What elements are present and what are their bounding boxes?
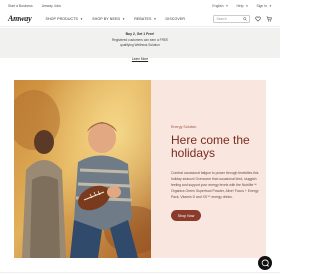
wishlist-button[interactable] xyxy=(255,16,261,22)
hero-eyebrow: Energy Solution xyxy=(171,125,197,129)
chat-button[interactable] xyxy=(258,256,272,270)
search-placeholder: Search xyxy=(216,16,227,21)
cart-button[interactable] xyxy=(266,16,272,22)
language-select[interactable]: English ▼ xyxy=(212,4,228,8)
help-menu[interactable]: Help ▼ xyxy=(236,4,248,8)
nav-shop-products[interactable]: SHOP PRODUCTS ▼ xyxy=(45,17,83,21)
chevron-down-icon: ▼ xyxy=(225,3,229,8)
nav-shop-by-need[interactable]: SHOP BY NEED ▼ xyxy=(92,17,125,21)
hero-headline: Here come the holidays xyxy=(171,133,250,160)
main-header: Amway SHOP PRODUCTS ▼ SHOP BY NEED ▼ REBAT… xyxy=(0,11,280,27)
promo-banner: Buy 2, Get 1 Free! Registered customers … xyxy=(0,28,280,61)
nav-discover[interactable]: DISCOVER xyxy=(166,17,186,21)
nav-label: SHOP PRODUCTS xyxy=(45,16,79,21)
nav-rebates[interactable]: REBATES ▼ xyxy=(134,17,156,21)
language-label: English xyxy=(212,3,224,8)
amway-logo[interactable]: Amway xyxy=(8,14,32,23)
search-icon[interactable] xyxy=(242,16,247,21)
promo-title: Buy 2, Get 1 Free! xyxy=(125,32,155,36)
hero-image xyxy=(14,80,151,258)
hero-banner: Energy Solution Here come the holidays C… xyxy=(14,80,266,258)
nav-label: REBATES xyxy=(134,16,152,21)
divider xyxy=(0,272,280,273)
main-nav: SHOP PRODUCTS ▼ SHOP BY NEED ▼ REBATES ▼ DI… xyxy=(45,17,194,21)
chevron-down-icon: ▼ xyxy=(122,16,126,21)
cart-icon xyxy=(266,16,272,21)
amway-jobs-link[interactable]: Amway Jobs xyxy=(42,4,61,8)
utility-right: English ▼ Help ▼ Sign In ▼ xyxy=(204,4,272,8)
chevron-down-icon: ▼ xyxy=(269,3,272,8)
learn-more-link[interactable]: Learn More xyxy=(132,57,148,61)
chevron-down-icon: ▼ xyxy=(80,16,84,21)
chevron-down-icon: ▼ xyxy=(245,3,249,8)
chevron-down-icon: ▼ xyxy=(153,16,157,21)
nav-label: SHOP BY NEED xyxy=(92,16,121,21)
sign-in-menu[interactable]: Sign In ▼ xyxy=(256,4,272,8)
search-input[interactable]: Search xyxy=(213,14,250,23)
start-business-link[interactable]: Start a Business xyxy=(8,4,33,8)
sign-in-label: Sign In xyxy=(256,3,268,8)
promo-text: qualifying Wellness Solution xyxy=(120,42,160,47)
help-label: Help xyxy=(236,3,244,8)
nav-label: DISCOVER xyxy=(165,16,186,21)
shop-now-button[interactable]: Shop Now xyxy=(171,210,201,221)
hero-description: Combat occasional fatigue to power throu… xyxy=(171,171,259,199)
promo-text: Registered customers can earn a FREE xyxy=(111,37,169,42)
chat-icon xyxy=(261,259,269,267)
hero-content-panel: Energy Solution Here come the holidays C… xyxy=(151,80,266,258)
boy-with-football-photo xyxy=(14,80,151,258)
heart-icon xyxy=(255,16,261,22)
utility-bar: Start a Business Amway Jobs English ▼ Hel… xyxy=(0,0,280,11)
